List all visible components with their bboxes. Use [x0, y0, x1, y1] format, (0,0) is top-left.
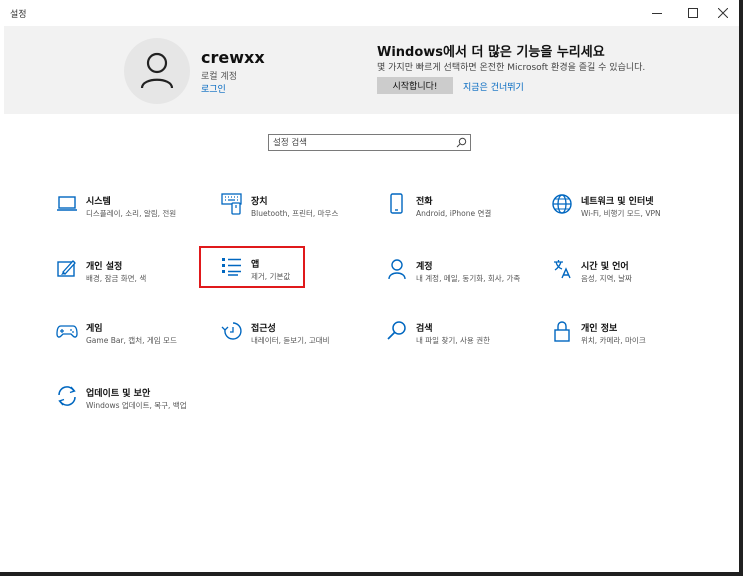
tile-devices[interactable]: 장치 Bluetooth, 프린터, 마우스	[221, 193, 381, 233]
settings-window: 설정 crewxx 로컬 계정 로그인 Windows에서 더 많은 기능을 누…	[0, 0, 739, 572]
avatar	[124, 38, 190, 104]
tile-name: 시간 및 언어	[581, 262, 629, 272]
title-bar: 설정	[0, 0, 739, 26]
promo-description: 몇 가지만 빠르게 선택하면 온전한 Microsoft 환경을 즐길 수 있습…	[377, 63, 646, 73]
promo-title: Windows에서 더 많은 기능을 누리세요	[377, 45, 605, 60]
globe-icon	[552, 194, 572, 214]
tile-system[interactable]: 시스템 디스플레이, 소리, 알림, 전원	[56, 193, 216, 233]
tile-name: 계정	[416, 262, 433, 272]
user-avatar-icon	[140, 52, 174, 89]
tile-description: Bluetooth, 프린터, 마우스	[251, 209, 339, 218]
get-started-button[interactable]: 시작합니다!	[377, 77, 453, 94]
tile-name: 시스템	[86, 197, 111, 207]
minimize-button[interactable]	[640, 0, 674, 26]
apps-highlight-box	[199, 246, 305, 288]
tile-search[interactable]: 검색 내 파일 찾기, 사용 권한	[386, 320, 546, 360]
tile-personalization[interactable]: 개인 설정 배경, 잠금 화면, 색	[56, 258, 216, 298]
maximize-button[interactable]	[676, 0, 710, 26]
tile-accessibility[interactable]: 접근성 내레이터, 돋보기, 고대비	[221, 320, 381, 360]
tile-name: 게임	[86, 324, 103, 334]
tile-gaming[interactable]: 게임 Game Bar, 캡처, 게임 모드	[56, 320, 216, 360]
tile-description: Windows 업데이트, 복구, 백업	[86, 401, 187, 410]
tile-name: 업데이트 및 보안	[86, 389, 151, 399]
tile-description: 위치, 카메라, 마이크	[581, 336, 646, 345]
tile-name: 전화	[416, 197, 433, 207]
update-icon	[58, 386, 76, 406]
tile-description: 내레이터, 돋보기, 고대비	[251, 336, 330, 345]
gamepad-icon	[56, 325, 78, 338]
close-icon	[718, 8, 728, 18]
maximize-icon	[688, 8, 698, 18]
tile-name: 검색	[416, 324, 433, 334]
tile-name: 개인 설정	[86, 262, 123, 272]
phone-icon	[390, 193, 403, 214]
tile-network[interactable]: 네트워크 및 인터넷 Wi-Fi, 비행기 모드, VPN	[551, 193, 711, 233]
account-type: 로컬 계정	[201, 72, 237, 82]
tile-accounts[interactable]: 계정 내 계정, 메일, 동기화, 회사, 가족	[386, 258, 546, 298]
account-name: crewxx	[201, 48, 265, 67]
sign-in-link[interactable]: 로그인	[201, 82, 226, 95]
tile-update-security[interactable]: 업데이트 및 보안 Windows 업데이트, 복구, 백업	[56, 385, 216, 425]
keyboard-icon	[221, 193, 242, 215]
tile-time-language[interactable]: 시간 및 언어 음성, 지역, 날짜	[551, 258, 711, 298]
tile-description: 음성, 지역, 날짜	[581, 274, 632, 283]
paint-icon	[57, 260, 76, 277]
tile-description: 디스플레이, 소리, 알림, 전원	[86, 209, 177, 218]
close-button[interactable]	[706, 0, 740, 26]
tile-description: Android, iPhone 연결	[416, 209, 492, 218]
laptop-icon	[57, 196, 77, 211]
tile-description: 내 계정, 메일, 동기화, 회사, 가족	[416, 274, 521, 283]
search-input[interactable]	[273, 136, 449, 149]
tile-description: 배경, 잠금 화면, 색	[86, 274, 147, 283]
magnifier-icon	[387, 321, 406, 340]
skip-for-now-link[interactable]: 지금은 건너뛰기	[463, 80, 524, 93]
tile-description: Game Bar, 캡처, 게임 모드	[86, 336, 177, 345]
time-language-icon	[554, 260, 571, 279]
tile-description: 내 파일 찾기, 사용 권한	[416, 336, 491, 345]
lock-icon	[554, 321, 570, 342]
tile-name: 장치	[251, 197, 268, 207]
tile-phone[interactable]: 전화 Android, iPhone 연결	[386, 193, 546, 233]
search-icon	[456, 137, 467, 148]
tile-description: Wi-Fi, 비행기 모드, VPN	[581, 209, 661, 218]
accessibility-icon	[221, 322, 242, 340]
minimize-icon	[652, 13, 662, 14]
tile-name: 네트워크 및 인터넷	[581, 197, 654, 207]
tile-name: 접근성	[251, 324, 276, 334]
window-title: 설정	[10, 10, 27, 20]
settings-search-box[interactable]	[268, 134, 471, 151]
account-banner: crewxx 로컬 계정 로그인 Windows에서 더 많은 기능을 누리세요…	[4, 26, 739, 114]
tile-name: 개인 정보	[581, 324, 618, 334]
person-icon	[388, 259, 406, 280]
tile-privacy[interactable]: 개인 정보 위치, 카메라, 마이크	[551, 320, 711, 360]
